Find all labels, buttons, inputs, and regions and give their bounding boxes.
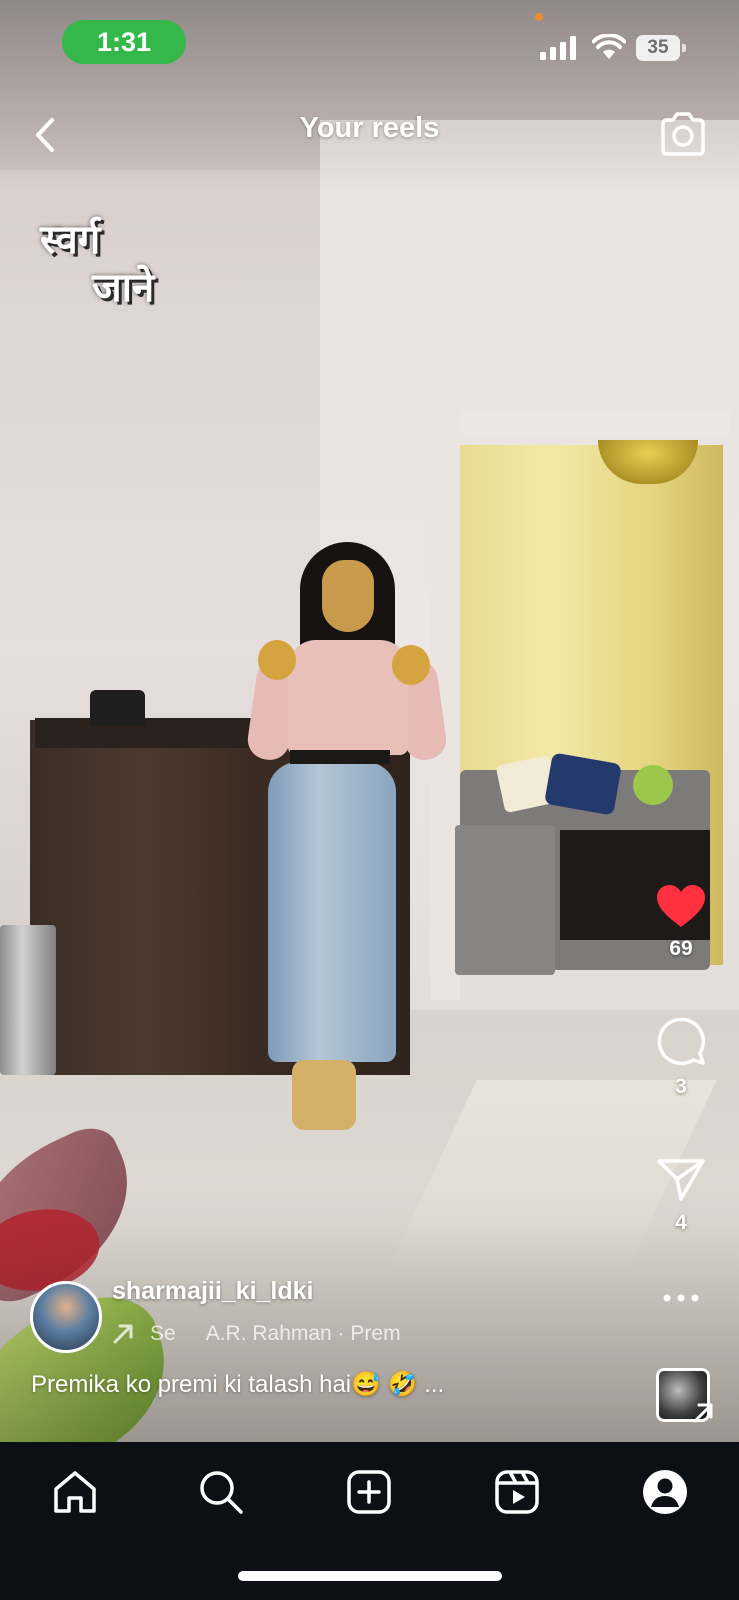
trending-arrow-icon	[113, 1324, 133, 1344]
username[interactable]: sharmajii_ki_ldki	[112, 1277, 314, 1306]
privacy-indicator	[535, 13, 543, 21]
search-icon[interactable]	[196, 1467, 246, 1517]
video-person-face	[322, 560, 374, 632]
video-text-line2: जाने	[92, 264, 155, 311]
caption[interactable]: Premika ko premi ki talash hai😅 🤣 ...	[31, 1370, 444, 1399]
create-icon[interactable]	[344, 1467, 394, 1517]
video-person-torso	[288, 640, 408, 755]
video-door-frame	[430, 410, 730, 436]
arrow-up-right-icon	[693, 1403, 713, 1423]
battery-level: 35	[636, 35, 680, 61]
battery-nub	[682, 44, 686, 52]
home-icon[interactable]	[50, 1467, 100, 1517]
video-sofa-arm	[455, 825, 555, 975]
video-person-feet	[292, 1060, 356, 1130]
comment-icon	[657, 1017, 706, 1066]
paper-plane-icon	[657, 1159, 705, 1201]
more-options-button[interactable]	[650, 1292, 712, 1304]
more-horizontal-icon	[663, 1294, 699, 1302]
reel-video[interactable]	[0, 0, 739, 1442]
heart-icon	[657, 885, 705, 927]
chevron-left-icon[interactable]	[28, 112, 64, 158]
comment-button[interactable]: 3	[650, 1015, 712, 1099]
share-button[interactable]: 4	[650, 1157, 712, 1235]
page-title: Your reels	[299, 112, 440, 144]
camera-icon[interactable]	[657, 110, 709, 158]
like-count: 69	[669, 937, 693, 960]
status-time[interactable]: 1:31	[62, 20, 186, 64]
home-indicator[interactable]	[238, 1571, 502, 1581]
video-person-belt	[290, 750, 390, 764]
comment-count: 3	[675, 1075, 687, 1098]
video-plant	[633, 765, 673, 805]
audio-prefix: Se	[150, 1322, 176, 1345]
like-button[interactable]: 69	[650, 883, 712, 961]
video-person-hand	[258, 640, 296, 680]
audio-title: A.R. Rahman · Prem	[205, 1322, 401, 1345]
video-text-line1: स्वर्ग	[40, 216, 101, 263]
profile-icon[interactable]	[640, 1467, 690, 1517]
video-person-jeans	[268, 762, 396, 1062]
video-bin	[0, 925, 56, 1075]
video-kettle	[90, 690, 145, 726]
avatar[interactable]	[30, 1281, 102, 1353]
video-person-hand	[392, 645, 430, 685]
battery-icon: 35	[636, 35, 686, 61]
audio-info[interactable]: Se A.R. Rahman · Prem	[112, 1319, 412, 1349]
wifi-icon	[592, 34, 626, 59]
reels-icon[interactable]	[492, 1467, 542, 1517]
reels-screen: स्वर्ग जाने 1:31 35 Your reels 69 3 4 sh…	[0, 0, 739, 1600]
cellular-signal-icon	[540, 36, 576, 60]
share-count: 4	[675, 1211, 687, 1234]
